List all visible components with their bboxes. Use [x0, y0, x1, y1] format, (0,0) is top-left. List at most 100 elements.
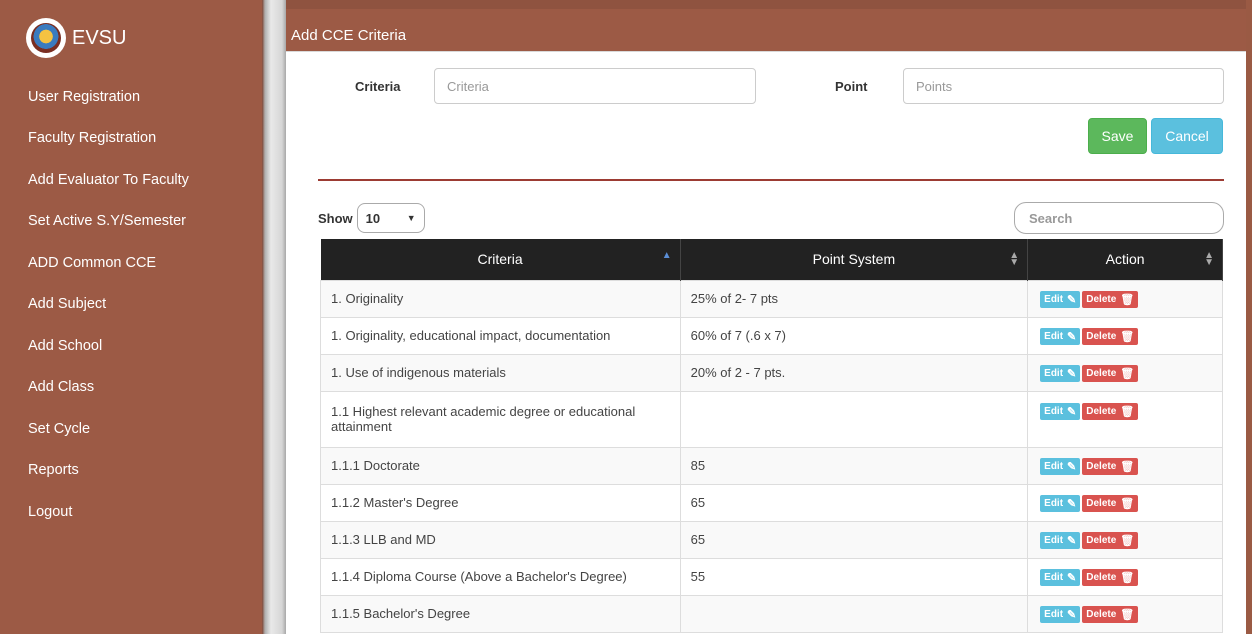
pencil-icon: ✎	[1067, 608, 1077, 621]
point-label: Point	[835, 79, 868, 94]
criteria-cell: 1. Use of indigenous materials	[320, 353, 681, 392]
column-header-label: Action	[1105, 251, 1145, 268]
delete-label: Delete	[1086, 497, 1117, 509]
table-row: 1.1.1 Doctorate 85 Edit ✎ Delete 🗑	[320, 446, 1223, 485]
column-header-point-system[interactable]: Point System ▲ ▼	[680, 239, 1029, 280]
actions-cell: Edit ✎ Delete 🗑	[1027, 316, 1223, 355]
pencil-icon: ✎	[1067, 293, 1077, 306]
edit-button[interactable]: Edit ✎	[1040, 402, 1081, 420]
show-label: Show	[318, 210, 353, 226]
delete-button[interactable]: Delete 🗑	[1082, 457, 1139, 475]
table-row: 1.1.4 Diploma Course (Above a Bachelor's…	[320, 557, 1223, 596]
points-cell: 60% of 7 (.6 x 7)	[679, 316, 1029, 355]
trash-icon: 🗑	[1120, 534, 1135, 547]
page-size-value: 10	[365, 210, 381, 226]
sidebar-item-add-class[interactable]: Add Class	[0, 367, 262, 409]
edit-button[interactable]: Edit ✎	[1040, 568, 1081, 586]
search-input[interactable]: Search	[1014, 202, 1224, 234]
delete-button[interactable]: Delete 🗑	[1082, 494, 1139, 512]
pencil-icon: ✎	[1067, 534, 1077, 547]
pencil-icon: ✎	[1067, 367, 1077, 380]
pencil-icon: ✎	[1067, 405, 1077, 418]
points-cell: 55	[679, 557, 1029, 596]
edit-button[interactable]: Edit ✎	[1040, 531, 1081, 549]
actions-cell: Edit ✎ Delete 🗑	[1027, 446, 1223, 485]
panel-title: Add CCE Criteria	[286, 0, 1246, 52]
criteria-cell: 1.1.3 LLB and MD	[320, 520, 681, 559]
sort-icon: ▲ ▼	[1204, 250, 1214, 268]
sidebar-item-add-school[interactable]: Add School	[0, 325, 262, 367]
edit-label: Edit	[1044, 608, 1064, 620]
delete-button[interactable]: Delete 🗑	[1082, 531, 1139, 549]
delete-label: Delete	[1086, 571, 1117, 583]
point-input[interactable]: Points	[903, 68, 1224, 104]
points-cell: 20% of 2 - 7 pts.	[679, 353, 1029, 392]
trash-icon: 🗑	[1120, 293, 1135, 306]
edit-button[interactable]: Edit ✎	[1040, 327, 1081, 345]
sidebar-item-add-subject[interactable]: Add Subject	[0, 284, 262, 326]
edit-label: Edit	[1044, 367, 1064, 379]
criteria-cell: 1.1 Highest relevant academic degree or …	[320, 390, 681, 448]
criteria-input[interactable]: Criteria	[434, 68, 756, 104]
edit-button[interactable]: Edit ✎	[1040, 364, 1081, 382]
save-button[interactable]: Save	[1088, 118, 1147, 154]
trash-icon: 🗑	[1120, 571, 1135, 584]
edit-button[interactable]: Edit ✎	[1040, 605, 1081, 623]
evsu-logo-icon	[26, 18, 66, 58]
delete-label: Delete	[1086, 293, 1117, 305]
edit-label: Edit	[1044, 293, 1064, 305]
edit-label: Edit	[1044, 497, 1064, 509]
edit-label: Edit	[1044, 460, 1064, 472]
points-cell	[679, 390, 1029, 448]
sidebar-item-user-registration[interactable]: User Registration	[0, 76, 262, 118]
edit-button[interactable]: Edit ✎	[1040, 290, 1081, 308]
sort-icon: ▲ ▼	[1009, 250, 1020, 268]
delete-button[interactable]: Delete 🗑	[1082, 364, 1139, 382]
delete-button[interactable]: Delete 🗑	[1082, 327, 1139, 345]
delete-button[interactable]: Delete 🗑	[1082, 605, 1139, 623]
points-cell: 65	[679, 483, 1029, 522]
table-row: 1.1.5 Bachelor's Degree Edit ✎ Delete 🗑	[320, 594, 1223, 633]
cancel-button[interactable]: Cancel	[1151, 118, 1223, 154]
delete-label: Delete	[1086, 608, 1117, 620]
criteria-cell: 1.1.5 Bachelor's Degree	[320, 594, 681, 633]
trash-icon: 🗑	[1120, 330, 1135, 343]
actions-cell: Edit ✎ Delete 🗑	[1027, 353, 1223, 392]
criteria-cell: 1. Originality, educational impact, docu…	[320, 316, 681, 355]
criteria-cell: 1.1.2 Master's Degree	[320, 483, 681, 522]
column-header-criteria[interactable]: Criteria ▲	[320, 239, 681, 280]
criteria-label: Criteria	[355, 79, 401, 94]
edit-label: Edit	[1044, 571, 1064, 583]
points-cell: 25% of 2- 7 pts	[679, 279, 1029, 318]
table-row: 1.1.2 Master's Degree 65 Edit ✎ Delete 🗑	[320, 483, 1223, 522]
delete-button[interactable]: Delete 🗑	[1082, 290, 1139, 308]
delete-label: Delete	[1086, 534, 1117, 546]
delete-button[interactable]: Delete 🗑	[1082, 402, 1139, 420]
actions-cell: Edit ✎ Delete 🗑	[1027, 483, 1223, 522]
delete-label: Delete	[1086, 330, 1117, 342]
column-header-action[interactable]: Action ▲ ▼	[1027, 239, 1223, 280]
delete-button[interactable]: Delete 🗑	[1082, 568, 1139, 586]
criteria-cell: 1.1.1 Doctorate	[320, 446, 681, 485]
trash-icon: 🗑	[1120, 497, 1135, 510]
edit-label: Edit	[1044, 405, 1064, 417]
edit-button[interactable]: Edit ✎	[1040, 457, 1081, 475]
edit-button[interactable]: Edit ✎	[1040, 494, 1081, 512]
brand[interactable]: EVSU	[0, 0, 262, 76]
points-cell	[679, 594, 1029, 633]
page-size-select[interactable]: 10 ▼	[356, 203, 425, 233]
sidebar-item-set-cycle[interactable]: Set Cycle	[0, 408, 262, 450]
actions-cell: Edit ✎ Delete 🗑	[1027, 594, 1223, 633]
table-row: 1. Use of indigenous materials 20% of 2 -…	[320, 353, 1223, 392]
sidebar-item-reports[interactable]: Reports	[0, 450, 262, 492]
column-header-label: Point System	[812, 251, 896, 268]
sidebar-item-faculty-registration[interactable]: Faculty Registration	[0, 118, 262, 160]
criteria-form: Criteria Criteria Point Points	[286, 68, 1246, 104]
sidebar-item-logout[interactable]: Logout	[0, 491, 262, 533]
table-row: 1.1 Highest relevant academic degree or …	[320, 390, 1223, 448]
sidebar-item-add-evaluator[interactable]: Add Evaluator To Faculty	[0, 159, 262, 201]
sidebar-item-add-common-cce[interactable]: ADD Common CCE	[0, 242, 262, 284]
criteria-cell: 1.1.4 Diploma Course (Above a Bachelor's…	[320, 557, 681, 596]
pencil-icon: ✎	[1067, 330, 1077, 343]
sidebar-item-set-active-sy[interactable]: Set Active S.Y/Semester	[0, 201, 262, 243]
